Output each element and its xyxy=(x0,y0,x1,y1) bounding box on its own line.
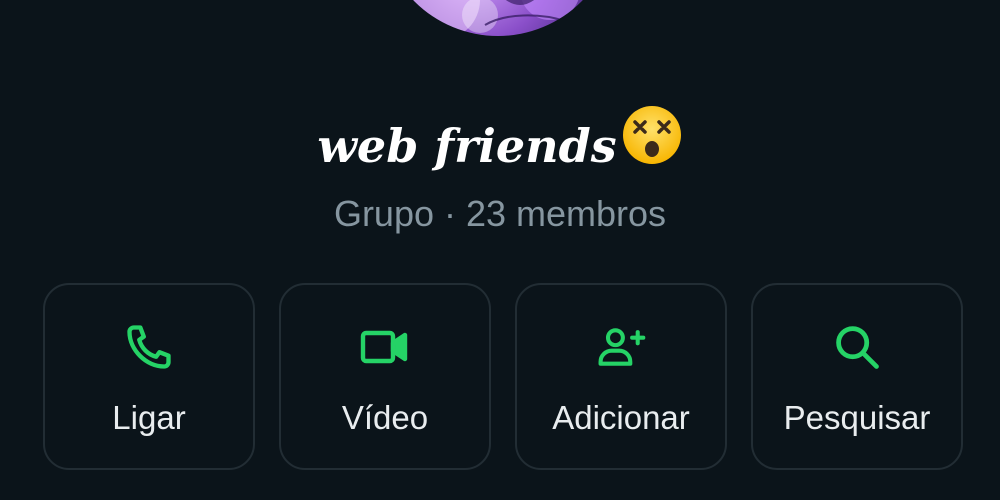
action-buttons: Ligar Vídeo Adicionar Pesquisar xyxy=(43,283,963,470)
call-label: Ligar xyxy=(112,399,186,436)
video-camera-icon xyxy=(359,321,411,373)
video-label: Vídeo xyxy=(341,399,429,436)
search-icon xyxy=(831,321,883,373)
search-label: Pesquisar xyxy=(783,399,931,436)
search-button[interactable]: Pesquisar xyxy=(751,283,963,470)
add-member-label: Adicionar xyxy=(552,399,690,436)
dizzy-face-emoji xyxy=(621,104,683,177)
group-avatar[interactable] xyxy=(380,0,616,36)
video-button[interactable]: Vídeo xyxy=(279,283,491,470)
group-name: web friends xyxy=(0,104,1000,177)
add-member-button[interactable]: Adicionar xyxy=(515,283,727,470)
phone-icon xyxy=(123,321,175,373)
group-subtitle: Grupo · 23 membros xyxy=(333,193,667,234)
add-person-icon xyxy=(595,321,647,373)
call-button[interactable]: Ligar xyxy=(43,283,255,470)
group-name-text: web friends xyxy=(317,119,617,173)
avatar-artwork xyxy=(400,0,579,36)
